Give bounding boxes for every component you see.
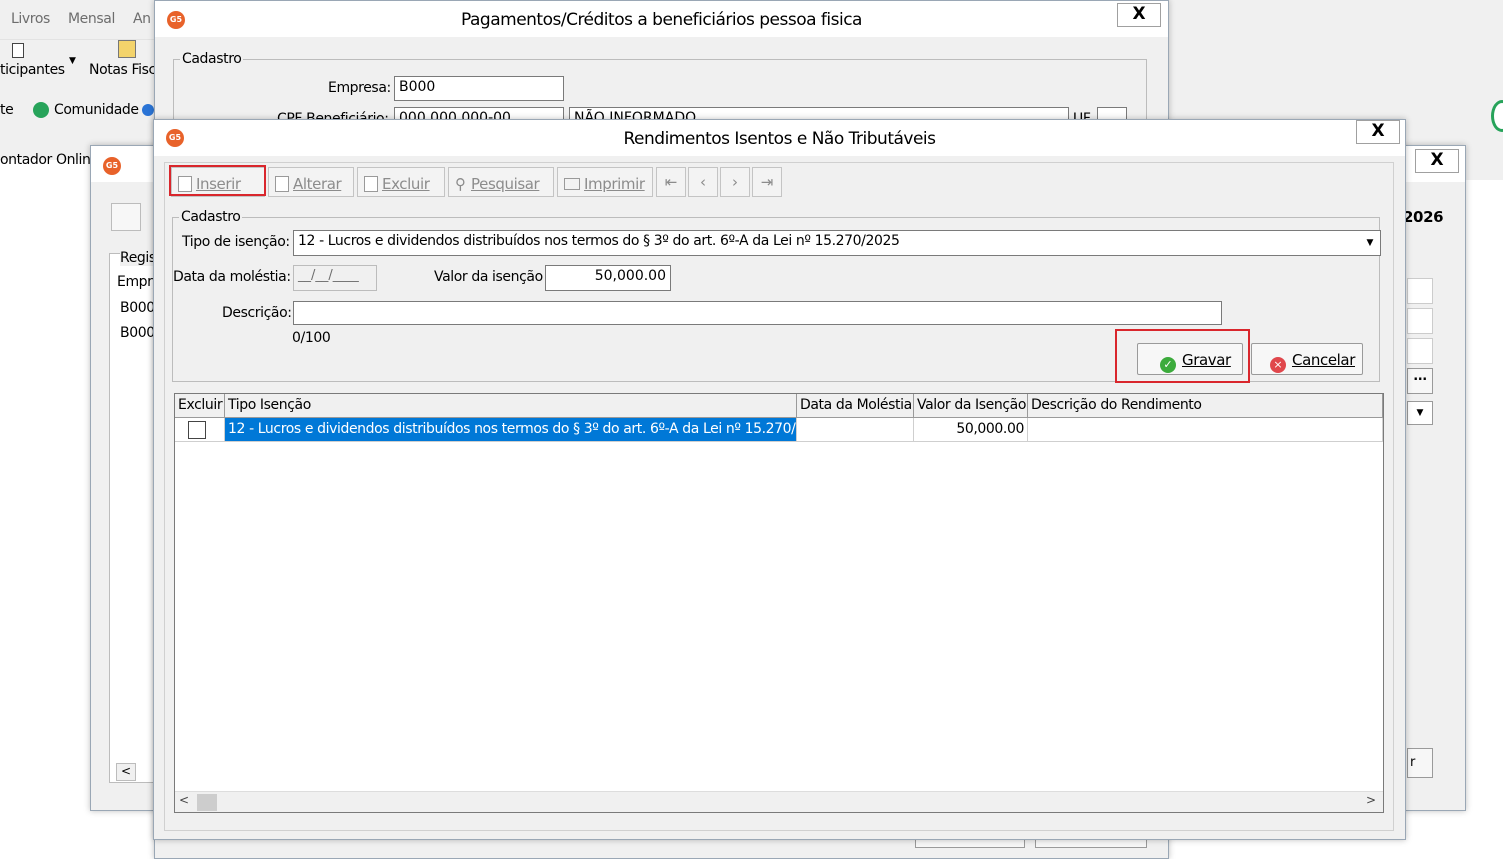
search-icon: ⚲: [455, 175, 466, 193]
cancel-icon: ×: [1270, 357, 1286, 373]
ellipsis-button[interactable]: ...: [1407, 368, 1433, 394]
table-row-excluir-cell: [175, 418, 225, 442]
descricao-label: Descrição:: [222, 305, 292, 321]
app-menubar: Livros Mensal An: [0, 0, 160, 40]
scroll-left-button[interactable]: <: [116, 763, 136, 781]
dropdown-arrow-icon[interactable]: ▼: [69, 56, 76, 66]
menu-an[interactable]: An: [133, 11, 151, 27]
empresa-label: Empresa:: [328, 80, 391, 96]
col-excluir-header[interactable]: Excluir: [175, 394, 225, 418]
cancelar-inner: × Cancelar: [1270, 351, 1355, 373]
scroll-right-icon[interactable]: >: [1366, 793, 1376, 807]
close-button[interactable]: X: [1356, 120, 1400, 144]
data-molestia-field[interactable]: __/__/____: [293, 265, 377, 291]
chevron-down-icon[interactable]: ▼: [1360, 231, 1380, 255]
table-row-valor-cell[interactable]: 50,000.00: [914, 418, 1028, 442]
window-title: Pagamentos/Créditos a beneficiários pess…: [461, 10, 862, 30]
next-record-button[interactable]: ›: [720, 167, 750, 197]
app-toolbar: ticipantes ▼ Notas Fisc te Comunidade on…: [0, 40, 160, 168]
tipo-isencao-value: 12 - Lucros e dividendos distribuídos no…: [298, 233, 900, 249]
close-button[interactable]: X: [1117, 3, 1161, 27]
data-molestia-label: Data da moléstia:: [173, 269, 291, 285]
gravar-highlight: [1115, 329, 1250, 383]
table-row[interactable]: B000: [120, 300, 155, 316]
participants-button[interactable]: ticipantes: [0, 62, 65, 78]
table-row[interactable]: B000: [120, 325, 155, 341]
notas-icon: [118, 40, 136, 58]
imprimir-label: Imprimir: [584, 175, 645, 193]
descricao-field[interactable]: [293, 301, 1222, 325]
rendimentos-grid: Excluir Tipo Isenção Data da Moléstia Va…: [174, 393, 1384, 813]
community-icon: [33, 102, 49, 118]
edit-icon[interactable]: [111, 203, 141, 231]
app-logo-icon: G5: [103, 157, 121, 175]
valor-isencao-field[interactable]: 50,000.00: [545, 265, 671, 291]
menu-mensal[interactable]: Mensal: [68, 11, 115, 27]
contador-online-link[interactable]: ontador Online: [0, 152, 99, 168]
excluir-label: Excluir: [382, 175, 430, 193]
rendimentos-titlebar: G5 Rendimentos Isentos e Não Tributáveis: [154, 120, 1405, 156]
pesquisar-label: Pesquisar: [471, 175, 540, 193]
close-button[interactable]: X: [1415, 149, 1459, 173]
group-legend: Cadastro: [180, 51, 244, 67]
printer-icon: [564, 178, 580, 190]
col-descricao-header[interactable]: Descrição do Rendimento: [1028, 394, 1383, 418]
scroll-left-icon[interactable]: <: [179, 793, 189, 807]
column-header: Empr: [117, 274, 153, 290]
edit-doc-icon: [275, 176, 289, 192]
partial-button[interactable]: r: [1407, 748, 1433, 778]
empresa-field[interactable]: B000: [394, 76, 564, 101]
notas-button[interactable]: Notas Fisc: [89, 62, 156, 78]
alterar-button[interactable]: Alterar: [268, 167, 354, 197]
excluir-button[interactable]: Excluir: [357, 167, 445, 197]
alterar-label: Alterar: [293, 175, 342, 193]
pesquisar-button[interactable]: ⚲ Pesquisar: [448, 167, 554, 197]
community-link[interactable]: Comunidade: [54, 102, 139, 118]
scroll-thumb[interactable]: [197, 794, 217, 811]
delete-doc-icon: [364, 176, 378, 192]
tipo-isencao-select[interactable]: 12 - Lucros e dividendos distribuídos no…: [293, 230, 1381, 256]
globe-icon: [142, 104, 154, 116]
window-title: Rendimentos Isentos e Não Tributáveis: [623, 129, 937, 149]
participants-icon: [12, 43, 24, 58]
imprimir-button[interactable]: Imprimir: [557, 167, 653, 197]
cancelar-label: Cancelar: [1292, 351, 1355, 369]
field-stub[interactable]: [1407, 278, 1433, 304]
group-legend: Cadastro: [179, 209, 243, 225]
excluir-checkbox[interactable]: [188, 421, 206, 439]
dropdown-arrow-icon[interactable]: ▼: [1407, 401, 1433, 425]
col-valor-header[interactable]: Valor da Isenção: [914, 394, 1028, 418]
registros-legend: Regis: [120, 250, 156, 266]
valor-isencao-label: Valor da isenção: [434, 269, 543, 285]
tipo-isencao-label: Tipo de isenção:: [182, 234, 290, 250]
link-te[interactable]: te: [0, 102, 14, 118]
col-data-header[interactable]: Data da Moléstia: [797, 394, 914, 418]
inserir-highlight: [169, 165, 266, 196]
cancelar-button[interactable]: × Cancelar: [1251, 343, 1363, 375]
last-icon: ⇥: [760, 173, 774, 191]
registros-group: Regis Empr B000 B000 <: [109, 250, 159, 783]
first-icon: ⇤: [664, 173, 678, 191]
previous-icon: ‹: [700, 173, 706, 191]
menu-livros[interactable]: Livros: [11, 11, 50, 27]
character-counter: 0/100: [292, 330, 331, 346]
field-stub[interactable]: [1407, 308, 1433, 334]
year-label: 2026: [1403, 208, 1444, 226]
table-row-descricao-cell[interactable]: [1028, 418, 1383, 442]
table-row-tipo-cell[interactable]: 12 - Lucros e dividendos distribuídos no…: [225, 418, 797, 442]
field-stub[interactable]: [1407, 338, 1433, 364]
last-record-button[interactable]: ⇥: [752, 167, 782, 197]
pagamentos-titlebar: G5 Pagamentos/Créditos a beneficiários p…: [155, 1, 1168, 37]
rendimentos-window: G5 Rendimentos Isentos e Não Tributáveis…: [153, 119, 1406, 840]
first-record-button[interactable]: ⇤: [656, 167, 686, 197]
col-tipo-header[interactable]: Tipo Isenção: [225, 394, 797, 418]
horizontal-scrollbar[interactable]: < >: [175, 791, 1383, 812]
status-circle-icon: [1491, 100, 1503, 132]
previous-record-button[interactable]: ‹: [688, 167, 718, 197]
next-icon: ›: [732, 173, 738, 191]
table-row-data-cell[interactable]: [797, 418, 914, 442]
